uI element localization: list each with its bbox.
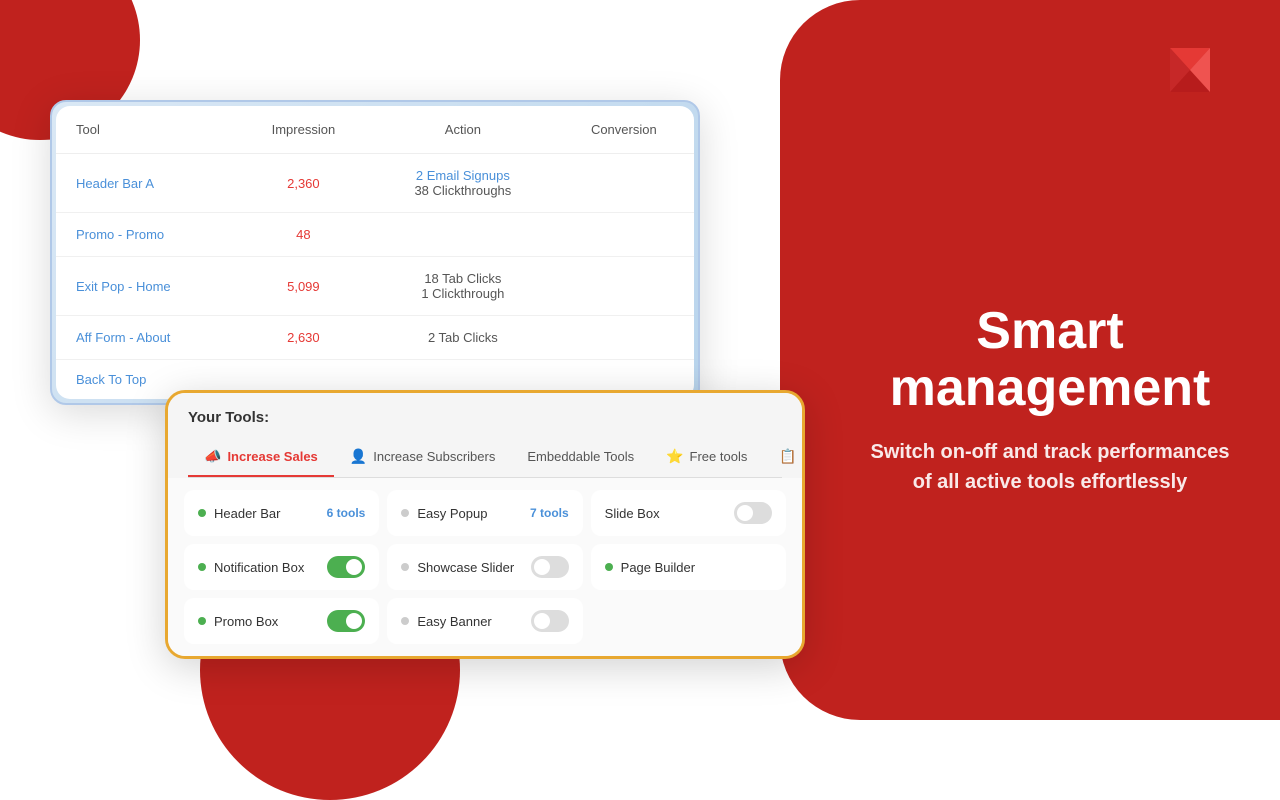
status-dot-green xyxy=(198,617,206,625)
tool-item-easy-banner: Easy Banner xyxy=(387,598,582,644)
toggle-knob xyxy=(346,613,362,629)
tool-link[interactable]: Exit Pop - Home xyxy=(76,279,171,294)
tool-link[interactable]: Promo - Promo xyxy=(76,227,164,242)
tab-label: Embeddable Tools xyxy=(527,449,634,464)
action-tab-clicks: 18 Tab Clicks xyxy=(392,271,534,286)
analytics-card: Tool Impression Action Conversion Header… xyxy=(50,100,700,405)
action-clickthrough: 38 Clickthroughs xyxy=(392,183,534,198)
tab-free-tools[interactable]: ⭐ Free tools xyxy=(650,438,763,477)
tool-link[interactable]: Header Bar A xyxy=(76,176,154,191)
tool-name: Showcase Slider xyxy=(417,560,514,575)
tool-name: Promo Box xyxy=(214,614,278,629)
toggle-knob xyxy=(346,559,362,575)
tool-count: 6 tools xyxy=(327,506,366,520)
tools-card-header: Your Tools: 📣 Increase Sales 👤 Increase … xyxy=(168,393,802,478)
tool-row-left: Header Bar xyxy=(198,506,280,521)
title-line1: Smart xyxy=(976,302,1123,360)
action-clickthrough2: 1 Clickthrough xyxy=(392,286,534,301)
logo xyxy=(1160,40,1220,100)
tool-item-notification-box: Notification Box xyxy=(184,544,379,590)
tool-row-left: Easy Popup xyxy=(401,506,487,521)
analytics-card-inner: Tool Impression Action Conversion Header… xyxy=(56,106,694,399)
toggle-slide-box[interactable] xyxy=(734,502,772,524)
tools-card-body: Header Bar 6 tools Easy Popup 7 tools Sl… xyxy=(168,478,802,656)
table-header-row: Tool Impression Action Conversion xyxy=(56,106,694,154)
table-row: Exit Pop - Home 5,099 18 Tab Clicks 1 Cl… xyxy=(56,257,694,316)
tool-row-left: Showcase Slider xyxy=(401,560,514,575)
col-tool: Tool xyxy=(56,106,235,154)
action-tab-clicks2: 2 Tab Clicks xyxy=(392,330,534,345)
tools-card: Your Tools: 📣 Increase Sales 👤 Increase … xyxy=(165,390,805,659)
toggle-knob xyxy=(534,613,550,629)
toggle-showcase-slider[interactable] xyxy=(531,556,569,578)
col-impression: Impression xyxy=(235,106,372,154)
tool-item-easy-popup: Easy Popup 7 tools xyxy=(387,490,582,536)
back-to-top-link[interactable]: Back To Top xyxy=(76,372,146,387)
tools-grid: Header Bar 6 tools Easy Popup 7 tools Sl… xyxy=(184,490,786,644)
tool-item-showcase-slider: Showcase Slider xyxy=(387,544,582,590)
analytics-table: Tool Impression Action Conversion Header… xyxy=(56,106,694,399)
status-dot-green xyxy=(198,509,206,517)
your-tools-label: Your Tools: xyxy=(188,409,782,426)
table-row: Promo - Promo 48 xyxy=(56,213,694,257)
main-title: Smart management xyxy=(860,303,1240,417)
toggle-knob xyxy=(534,559,550,575)
tab-label: Increase Sales xyxy=(227,449,317,464)
tool-name: Header Bar xyxy=(214,506,280,521)
status-dot-green xyxy=(198,563,206,571)
tool-row-left: Page Builder xyxy=(605,560,695,575)
title-line2: management xyxy=(890,359,1211,417)
tab-increase-sales[interactable]: 📣 Increase Sales xyxy=(188,438,334,477)
right-panel: Smart management Switch on-off and track… xyxy=(860,223,1240,497)
tool-row-left: Slide Box xyxy=(605,506,660,521)
tool-link[interactable]: Aff Form - About xyxy=(76,330,170,345)
tab-label: Increase Subscribers xyxy=(373,449,495,464)
tabs-row: 📣 Increase Sales 👤 Increase Subscribers … xyxy=(188,438,782,478)
tool-item-promo-box: Promo Box xyxy=(184,598,379,644)
toggle-knob xyxy=(737,505,753,521)
subtitle: Switch on-off and track performances of … xyxy=(860,437,1240,497)
col-conversion: Conversion xyxy=(554,106,694,154)
person-icon: 👤 xyxy=(350,448,367,465)
tool-name: Easy Popup xyxy=(417,506,487,521)
tool-item-slide-box: Slide Box xyxy=(591,490,786,536)
tool-row-left: Easy Banner xyxy=(401,614,491,629)
tool-row-left: Promo Box xyxy=(198,614,278,629)
col-action: Action xyxy=(372,106,554,154)
tool-item-page-builder: Page Builder xyxy=(591,544,786,590)
status-dot-gray xyxy=(401,509,409,517)
tab-see-results[interactable]: 📋 See Results xyxy=(763,438,805,477)
megaphone-icon: 📣 xyxy=(204,448,221,465)
tool-name: Page Builder xyxy=(621,560,695,575)
toggle-promo-box[interactable] xyxy=(327,610,365,632)
table-row: Aff Form - About 2,630 2 Tab Clicks xyxy=(56,316,694,360)
clipboard-icon: 📋 xyxy=(779,448,796,465)
tab-label: Free tools xyxy=(690,449,748,464)
toggle-notification-box[interactable] xyxy=(327,556,365,578)
tab-embeddable-tools[interactable]: Embeddable Tools xyxy=(511,438,650,477)
star-icon: ⭐ xyxy=(666,448,683,465)
status-dot-green xyxy=(605,563,613,571)
tool-name: Easy Banner xyxy=(417,614,491,629)
tool-name: Slide Box xyxy=(605,506,660,521)
tool-item-header-bar: Header Bar 6 tools xyxy=(184,490,379,536)
tool-row-left: Notification Box xyxy=(198,560,304,575)
tab-increase-subscribers[interactable]: 👤 Increase Subscribers xyxy=(334,438,512,477)
tool-count: 7 tools xyxy=(530,506,569,520)
status-dot-gray xyxy=(401,617,409,625)
action-email: 2 Email Signups xyxy=(416,168,510,183)
tool-name: Notification Box xyxy=(214,560,304,575)
status-dot-gray xyxy=(401,563,409,571)
tool-item-empty xyxy=(591,598,786,644)
tab-label: See Results xyxy=(803,449,805,464)
toggle-easy-banner[interactable] xyxy=(531,610,569,632)
table-row: Header Bar A 2,360 2 Email Signups 38 Cl… xyxy=(56,154,694,213)
